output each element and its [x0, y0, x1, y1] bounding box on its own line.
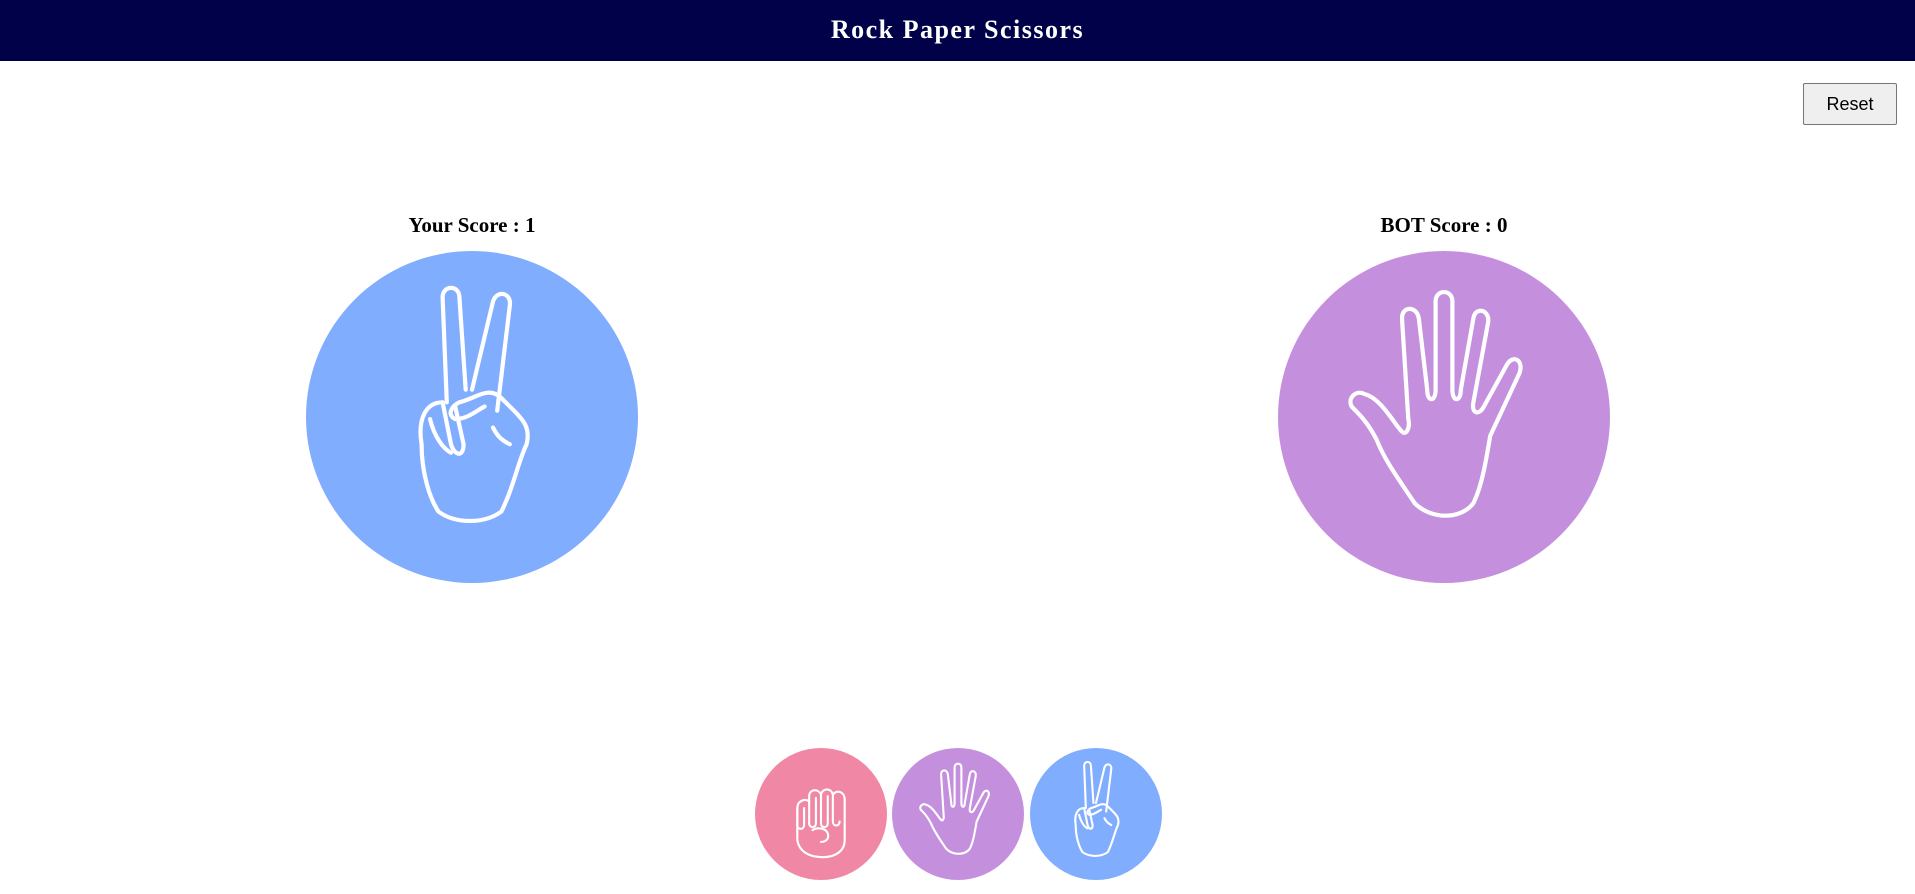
bot-score: BOT Score : 0 [1380, 213, 1508, 237]
bot-choice-display [1278, 251, 1610, 583]
scissors-hand-icon [1074, 760, 1120, 857]
paper-hand-icon [1348, 289, 1523, 518]
rock-choice-button[interactable] [755, 748, 887, 880]
scissors-choice-button[interactable] [1030, 748, 1162, 880]
paper-choice-button[interactable] [892, 748, 1024, 880]
paper-hand-icon [919, 762, 990, 855]
reset-button[interactable]: Reset [1803, 83, 1897, 125]
app-title: Rock Paper Scissors [830, 15, 1085, 44]
player-choice-display [306, 251, 638, 583]
scissors-hand-icon [418, 285, 530, 523]
app-title-bar: Rock Paper Scissors [0, 0, 1915, 61]
player-score: Your Score : 1 [408, 213, 536, 237]
rock-fist-icon [796, 788, 846, 859]
